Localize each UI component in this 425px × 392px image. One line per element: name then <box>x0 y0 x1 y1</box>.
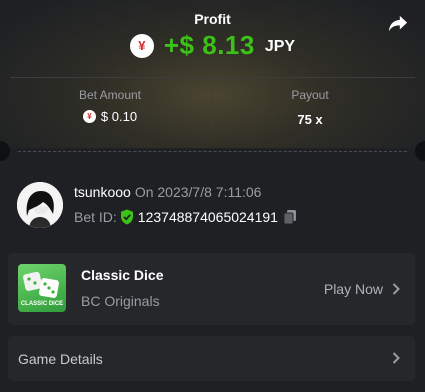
share-icon[interactable] <box>387 14 409 34</box>
game-details-row[interactable]: Game Details <box>8 336 415 381</box>
profit-value: +$ 8.13 <box>163 30 255 60</box>
yen-currency-icon: ¥ <box>129 33 154 58</box>
currency-label: JPY <box>264 38 296 55</box>
game-card[interactable]: CLASSIC DICE Classic Dice BC Originals P… <box>8 253 415 325</box>
play-now-label: Play Now <box>323 281 383 297</box>
user-info: tsunkooo On 2023/7/8 7:11:06 <box>74 184 261 200</box>
bet-id-label: Bet ID: <box>74 209 117 225</box>
bet-id: 123748874065024191 <box>137 209 278 225</box>
payout-section: Payout 75 x <box>210 88 410 127</box>
bet-amount-value: $ 0.10 <box>100 109 138 124</box>
username[interactable]: tsunkooo <box>74 184 131 200</box>
bet-id-row: Bet ID: 123748874065024191 <box>74 209 297 225</box>
bet-amount-label: Bet Amount <box>78 88 142 102</box>
payout-label: Payout <box>291 88 329 102</box>
verified-shield-icon <box>120 209 133 225</box>
bet-amount-value-row: ¥ $ 0.10 <box>10 109 210 124</box>
game-details-label: Game Details <box>18 351 103 367</box>
dashed-divider <box>18 151 407 152</box>
divider <box>10 77 415 78</box>
avatar-image <box>17 182 63 228</box>
profit-title: Profit <box>194 11 231 27</box>
copy-icon[interactable] <box>283 209 297 225</box>
avatar[interactable] <box>17 182 63 228</box>
bet-amount-section: Bet Amount ¥ $ 0.10 <box>10 88 210 124</box>
game-name: Classic Dice <box>81 267 164 283</box>
game-provider: BC Originals <box>81 293 160 309</box>
game-thumbnail-label: CLASSIC DICE <box>20 301 64 307</box>
profit-amount-row: ¥ +$ 8.13 JPY <box>0 30 425 61</box>
bet-date: On 2023/7/8 7:11:06 <box>134 184 262 200</box>
ticket-notch-right <box>415 141 425 161</box>
chevron-right-icon <box>392 283 400 295</box>
play-now-button[interactable]: Play Now <box>324 281 401 297</box>
chevron-right-icon <box>392 352 400 364</box>
payout-value: 75 x <box>297 112 323 127</box>
yen-currency-icon: ¥ <box>82 110 96 123</box>
game-thumbnail: CLASSIC DICE <box>18 264 66 312</box>
